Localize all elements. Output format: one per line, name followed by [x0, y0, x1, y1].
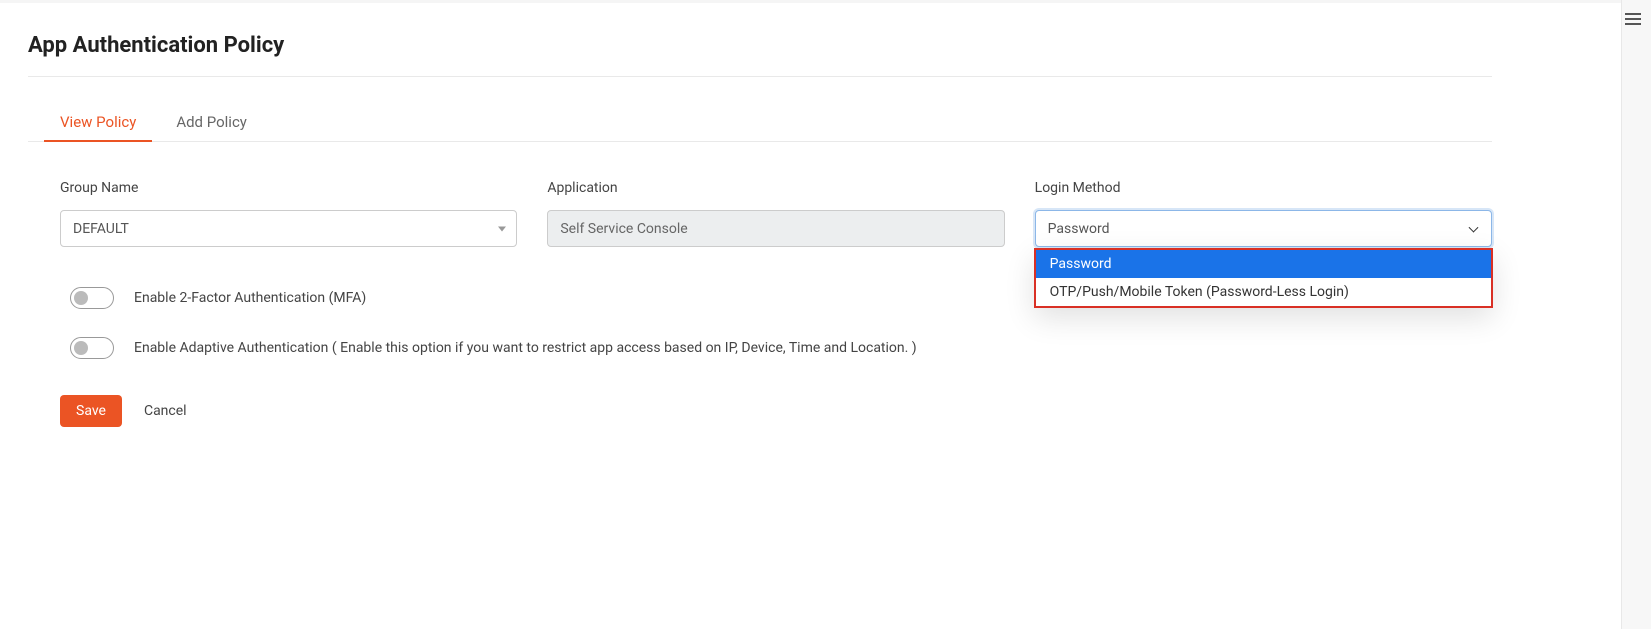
login-method-option-password[interactable]: Password [1036, 250, 1491, 278]
group-name-value: DEFAULT [73, 221, 129, 237]
cancel-button[interactable]: Cancel [144, 403, 187, 419]
caret-down-icon [498, 226, 506, 231]
application-value: Self Service Console [560, 221, 687, 237]
login-method-label: Login Method [1035, 180, 1492, 196]
login-method-select[interactable]: Password [1035, 210, 1492, 247]
mfa-toggle[interactable] [70, 287, 114, 309]
login-method-dropdown: Password OTP/Push/Mobile Token (Password… [1034, 248, 1493, 308]
save-button[interactable]: Save [60, 395, 122, 427]
login-method-value: Password [1048, 221, 1110, 237]
tab-add-policy[interactable]: Add Policy [176, 113, 247, 141]
group-name-select[interactable]: DEFAULT [60, 210, 517, 247]
application-label: Application [547, 180, 1004, 196]
tab-view-policy[interactable]: View Policy [60, 113, 136, 141]
group-name-label: Group Name [60, 180, 517, 196]
login-method-option-otp[interactable]: OTP/Push/Mobile Token (Password-Less Log… [1036, 278, 1491, 306]
adaptive-auth-toggle-label: Enable Adaptive Authentication ( Enable … [134, 340, 917, 356]
mfa-toggle-label: Enable 2-Factor Authentication (MFA) [134, 290, 366, 306]
adaptive-auth-toggle[interactable] [70, 337, 114, 359]
page-title: App Authentication Policy [28, 33, 1492, 77]
hamburger-menu-icon[interactable] [1625, 13, 1641, 25]
chevron-down-icon [1469, 222, 1479, 232]
tabs: View Policy Add Policy [28, 113, 1492, 142]
application-field: Self Service Console [547, 210, 1004, 247]
